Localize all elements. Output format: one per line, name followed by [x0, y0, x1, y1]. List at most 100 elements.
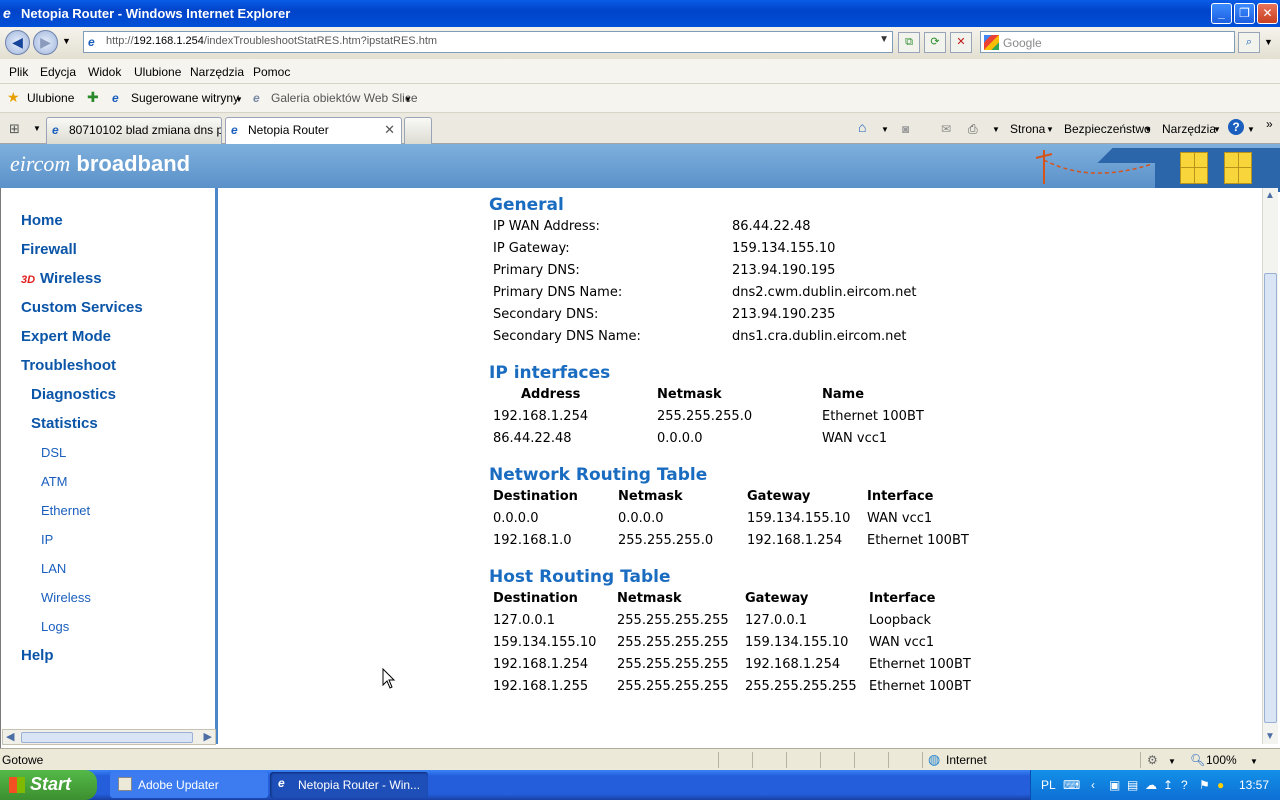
- language-indicator[interactable]: PL: [1041, 778, 1056, 792]
- tools-menu[interactable]: Narzędzia: [1162, 122, 1216, 136]
- menu-file[interactable]: Plik: [9, 65, 28, 79]
- column-header: Name: [822, 387, 865, 402]
- stop-icon[interactable]: ✕: [950, 32, 972, 53]
- tab-list-dropdown-icon[interactable]: ▼: [33, 124, 41, 133]
- search-dropdown-icon[interactable]: ▼: [1264, 37, 1273, 47]
- address-input[interactable]: e http://192.168.1.254/indexTroubleshoot…: [83, 31, 893, 53]
- help-dropdown-icon[interactable]: ▼: [1247, 125, 1255, 134]
- new-tab-button[interactable]: [404, 117, 432, 144]
- sidebar-item-ethernet[interactable]: Ethernet: [41, 503, 90, 518]
- scroll-left-icon[interactable]: ◀: [6, 730, 14, 743]
- protected-mode-icon[interactable]: ⚙: [1147, 753, 1158, 767]
- tray-cloud-icon[interactable]: ☁: [1145, 778, 1157, 792]
- scrollbar-thumb[interactable]: [1264, 273, 1277, 723]
- search-icon[interactable]: ⌕: [1238, 32, 1260, 53]
- taskbar-item-netopia-router[interactable]: e Netopia Router - Win...: [270, 772, 428, 798]
- tray-flag-icon[interactable]: ⚑: [1199, 778, 1210, 792]
- sidebar-item-home[interactable]: Home: [21, 212, 63, 229]
- safety-dropdown-icon[interactable]: ▼: [1144, 125, 1152, 134]
- sidebar-item-custom-services[interactable]: Custom Services: [21, 299, 143, 316]
- suggested-dropdown-icon[interactable]: ▼: [235, 95, 243, 104]
- mouse-cursor-icon: [382, 668, 396, 689]
- suggested-sites-link[interactable]: Sugerowane witryny: [131, 91, 239, 105]
- table-cell: 0.0.0.0: [618, 511, 664, 526]
- scroll-down-icon[interactable]: ▼: [1265, 731, 1275, 742]
- close-tab-icon[interactable]: ✕: [384, 122, 395, 138]
- compatibility-icon[interactable]: ⧉: [898, 32, 920, 53]
- sidebar-item-wireless[interactable]: 3D Wireless: [21, 270, 102, 287]
- start-button[interactable]: Start: [0, 770, 97, 800]
- keyboard-icon[interactable]: ⌨: [1063, 778, 1080, 792]
- minimize-button[interactable]: _: [1211, 3, 1232, 24]
- search-input[interactable]: Google: [980, 31, 1235, 53]
- print-dropdown-icon[interactable]: ▼: [992, 125, 1000, 134]
- taskbar-item-adobe-updater[interactable]: Adobe Updater: [110, 772, 268, 798]
- table-cell: 192.168.1.0: [493, 533, 572, 548]
- tab-search-result[interactable]: e 80710102 blad zmiana dns p...: [46, 117, 222, 144]
- protected-mode-dropdown-icon[interactable]: ▼: [1168, 757, 1176, 766]
- page-menu[interactable]: Strona: [1010, 122, 1045, 136]
- print-icon[interactable]: ⎙: [968, 122, 978, 137]
- tab-netopia-router[interactable]: e Netopia Router ✕: [225, 117, 402, 144]
- tools-dropdown-icon[interactable]: ▼: [1213, 125, 1221, 134]
- sidebar-item-help[interactable]: Help: [21, 647, 54, 664]
- zoom-dropdown-icon[interactable]: ▼: [1250, 757, 1258, 766]
- vertical-scrollbar[interactable]: ▲ ▼: [1262, 188, 1278, 744]
- table-cell: 255.255.255.255: [617, 613, 729, 628]
- scrollbar-thumb[interactable]: [21, 732, 193, 743]
- web-slice-dropdown-icon[interactable]: ▼: [404, 95, 412, 104]
- sidebar-horizontal-scrollbar[interactable]: ◀ ▶: [2, 729, 216, 745]
- maximize-button[interactable]: ❐: [1234, 3, 1255, 24]
- table-cell: 0.0.0.0: [657, 431, 703, 446]
- status-divider: [888, 752, 889, 768]
- sidebar-item-dsl[interactable]: DSL: [41, 445, 66, 460]
- chevron-right-icon[interactable]: »: [1266, 117, 1273, 131]
- favorites-button[interactable]: Ulubione: [27, 91, 74, 105]
- home-icon[interactable]: ⌂: [858, 119, 866, 135]
- quick-tabs-icon[interactable]: ⊞: [9, 121, 20, 137]
- sidebar-item-atm[interactable]: ATM: [41, 474, 67, 489]
- tray-chevron-icon[interactable]: ‹: [1091, 778, 1095, 792]
- security-zone[interactable]: Internet: [946, 753, 987, 767]
- tray-display-icon[interactable]: ▤: [1127, 778, 1138, 792]
- scroll-up-icon[interactable]: ▲: [1265, 190, 1275, 201]
- column-header: Destination: [493, 489, 578, 504]
- zoom-level[interactable]: 100%: [1206, 753, 1237, 767]
- sidebar-item-stats-wireless[interactable]: Wireless: [41, 590, 91, 605]
- help-icon[interactable]: ?: [1228, 119, 1244, 135]
- address-dropdown-icon[interactable]: ▼: [879, 34, 889, 45]
- page-dropdown-icon[interactable]: ▼: [1046, 125, 1054, 134]
- sidebar-item-diagnostics[interactable]: Diagnostics: [31, 386, 116, 403]
- sidebar-item-expert-mode[interactable]: Expert Mode: [21, 328, 111, 345]
- sidebar-item-lan[interactable]: LAN: [41, 561, 66, 576]
- menu-help[interactable]: Pomoc: [253, 65, 290, 79]
- zoom-icon[interactable]: 🔍︎: [1190, 753, 1205, 767]
- back-button[interactable]: ◀: [5, 30, 30, 55]
- refresh-icon[interactable]: ⟳: [924, 32, 946, 53]
- table-cell: 255.255.255.255: [617, 657, 729, 672]
- safety-menu[interactable]: Bezpieczeństwo: [1064, 122, 1151, 136]
- add-favorite-icon[interactable]: ✚: [87, 89, 99, 106]
- tray-network-icon[interactable]: ▣: [1109, 778, 1120, 792]
- forward-button[interactable]: ▶: [33, 30, 58, 55]
- feeds-icon[interactable]: ◙: [902, 122, 909, 136]
- menu-tools[interactable]: Narzędzia: [190, 65, 244, 79]
- history-dropdown-icon[interactable]: ▼: [62, 36, 71, 46]
- menu-view[interactable]: Widok: [88, 65, 121, 79]
- menu-edit[interactable]: Edycja: [40, 65, 76, 79]
- sidebar-item-troubleshoot[interactable]: Troubleshoot: [21, 357, 116, 374]
- mail-icon[interactable]: ✉: [941, 122, 951, 136]
- sidebar-item-firewall[interactable]: Firewall: [21, 241, 77, 258]
- tray-help-icon[interactable]: ?: [1181, 778, 1188, 792]
- sidebar-item-statistics[interactable]: Statistics: [31, 415, 98, 432]
- web-slice-gallery-link[interactable]: Galeria obiektów Web Slice: [271, 91, 418, 105]
- table-cell: 255.255.255.0: [657, 409, 753, 424]
- sidebar-item-ip[interactable]: IP: [41, 532, 53, 547]
- scroll-right-icon[interactable]: ▶: [204, 730, 212, 743]
- menu-favorites[interactable]: Ulubione: [134, 65, 181, 79]
- home-dropdown-icon[interactable]: ▼: [881, 125, 889, 134]
- tray-warning-icon[interactable]: ●: [1217, 778, 1224, 792]
- tray-upload-icon[interactable]: ↥: [1163, 778, 1173, 792]
- sidebar-item-logs[interactable]: Logs: [41, 619, 69, 634]
- close-button[interactable]: ✕: [1257, 3, 1278, 24]
